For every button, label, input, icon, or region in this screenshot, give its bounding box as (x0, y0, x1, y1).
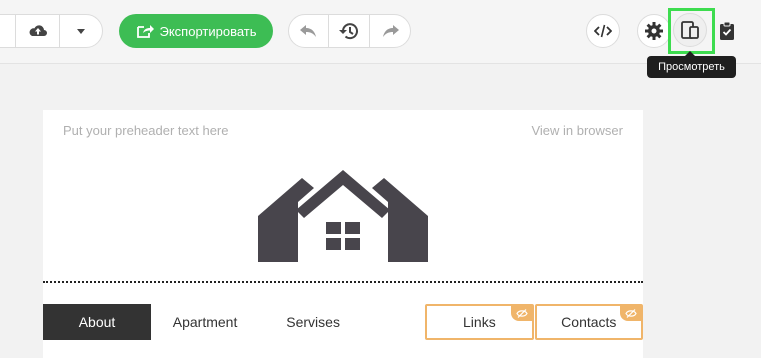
menu-item-label: Apartment (172, 314, 238, 330)
code-button[interactable] (586, 14, 620, 48)
menu-item-contacts[interactable]: Contacts (534, 304, 644, 340)
menu-item-label: Links (463, 314, 496, 330)
eye-off-icon (515, 308, 528, 318)
save-field[interactable] (0, 15, 15, 47)
undo-icon (299, 25, 316, 37)
dotted-divider (43, 281, 643, 283)
save-options-dropdown[interactable] (60, 15, 102, 47)
chevron-down-icon (77, 28, 86, 34)
export-button[interactable]: Экспортировать (119, 14, 273, 48)
code-icon (594, 24, 612, 38)
menu-item-servises[interactable]: Servises (259, 304, 367, 340)
menu-item-label: About (78, 314, 116, 330)
settings-button[interactable] (637, 14, 671, 48)
house-logo[interactable] (258, 170, 428, 262)
clipboard-button[interactable] (710, 14, 744, 48)
eye-off-icon (625, 308, 637, 318)
menu-item-apartment[interactable]: Apartment (151, 304, 259, 340)
preheader-text[interactable]: Put your preheader text here (63, 123, 229, 138)
history-button[interactable] (329, 15, 368, 47)
top-toolbar: Экспортировать (0, 0, 761, 64)
hidden-badge (620, 305, 643, 321)
menu-item-label: Servises (286, 314, 340, 330)
gear-icon (645, 22, 663, 40)
save-group (0, 14, 103, 48)
hidden-badge (510, 305, 533, 321)
redo-button[interactable] (370, 15, 410, 47)
history-icon (339, 23, 358, 40)
undo-button[interactable] (289, 15, 328, 47)
cloud-upload-icon (29, 25, 47, 36)
email-menu: About Apartment Servises Links Contacts (43, 304, 644, 340)
email-canvas: Put your preheader text here View in bro… (43, 110, 644, 358)
export-icon (136, 25, 154, 38)
export-label: Экспортировать (159, 23, 257, 39)
clipboard-icon (720, 21, 734, 40)
history-group (288, 14, 411, 48)
view-in-browser-link[interactable]: View in browser (531, 123, 623, 138)
preview-tooltip: Просмотреть (647, 51, 736, 78)
menu-item-links[interactable]: Links (425, 304, 534, 340)
preview-highlight (668, 8, 715, 54)
cloud-upload-button[interactable] (16, 15, 60, 47)
menu-item-about[interactable]: About (43, 304, 152, 340)
menu-item-label: Contacts (561, 314, 617, 330)
redo-icon (382, 25, 399, 37)
